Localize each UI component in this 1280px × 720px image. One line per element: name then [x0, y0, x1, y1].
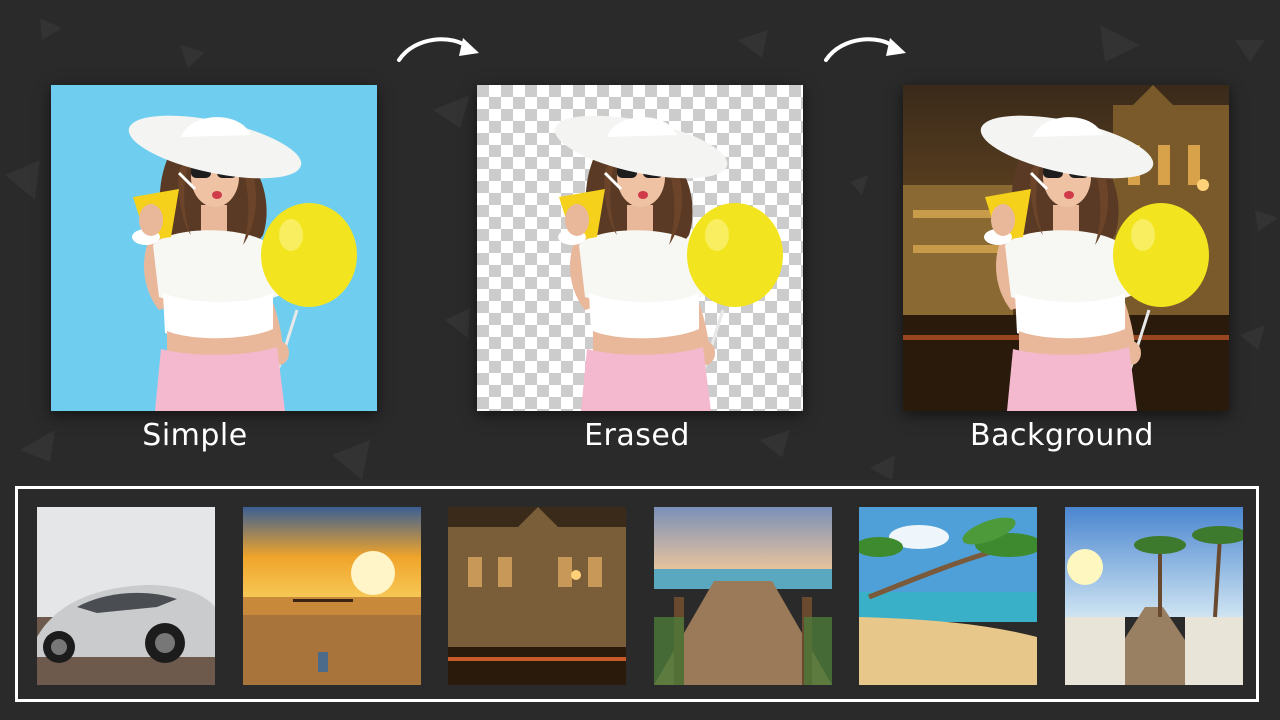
curved-arrow-icon — [397, 37, 479, 62]
composited-photo — [903, 85, 1229, 411]
background-thumb-night-station[interactable] — [448, 507, 626, 685]
background-thumb-sports-car[interactable] — [37, 507, 215, 685]
background-thumb-sunset-beach[interactable] — [243, 507, 421, 685]
background-thumb-boardwalk-palms[interactable] — [1065, 507, 1243, 685]
stage-label-background: Background — [970, 418, 1154, 453]
stage-label-erased: Erased — [584, 418, 690, 453]
erased-photo — [477, 85, 803, 411]
background-thumb-pier-sunset[interactable] — [654, 507, 832, 685]
curved-arrow-icon — [824, 37, 906, 62]
original-photo — [51, 85, 377, 411]
background-thumb-palm-beach[interactable] — [859, 507, 1037, 685]
stage-label-simple: Simple — [142, 418, 248, 453]
